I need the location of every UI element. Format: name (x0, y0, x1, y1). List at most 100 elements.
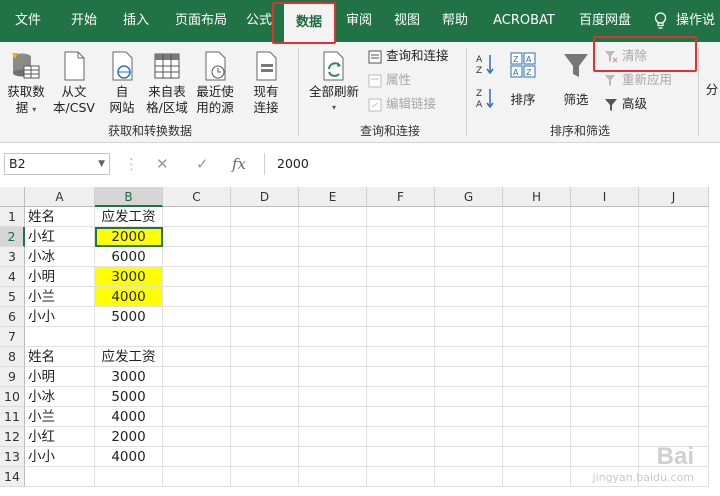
cell-d1[interactable] (231, 207, 299, 227)
from-table-range-button[interactable]: 来自表 格/区域 (144, 50, 190, 116)
cell-e7[interactable] (299, 327, 367, 347)
column-header-g[interactable]: G (435, 187, 503, 207)
cell-j4[interactable] (639, 267, 709, 287)
cell-a10[interactable]: 小冰 (25, 387, 95, 407)
cell-g12[interactable] (435, 427, 503, 447)
cell-f12[interactable] (367, 427, 435, 447)
cell-h12[interactable] (503, 427, 571, 447)
cell-d14[interactable] (231, 467, 299, 487)
row-header[interactable]: 3 (0, 247, 25, 267)
cell-e4[interactable] (299, 267, 367, 287)
cell-h7[interactable] (503, 327, 571, 347)
cell-f3[interactable] (367, 247, 435, 267)
recent-sources-button[interactable]: 最近使 用的源 (192, 50, 238, 116)
cell-i9[interactable] (571, 367, 639, 387)
cell-i8[interactable] (571, 347, 639, 367)
cell-a8[interactable]: 姓名 (25, 347, 95, 367)
column-header-j[interactable]: J (639, 187, 709, 207)
cell-e14[interactable] (299, 467, 367, 487)
cell-f8[interactable] (367, 347, 435, 367)
cell-a3[interactable]: 小冰 (25, 247, 95, 267)
select-all-corner[interactable] (0, 187, 25, 207)
cell-d5[interactable] (231, 287, 299, 307)
cell-d12[interactable] (231, 427, 299, 447)
row-header[interactable]: 2 (0, 227, 25, 247)
cell-d6[interactable] (231, 307, 299, 327)
cell-c9[interactable] (163, 367, 231, 387)
cell-d10[interactable] (231, 387, 299, 407)
cell-b14[interactable] (95, 467, 163, 487)
tab-review[interactable]: 审阅 (340, 0, 378, 42)
cell-a13[interactable]: 小小 (25, 447, 95, 467)
cell-d13[interactable] (231, 447, 299, 467)
tab-page-layout[interactable]: 页面布局 (168, 0, 234, 42)
cell-h4[interactable] (503, 267, 571, 287)
cell-h2[interactable] (503, 227, 571, 247)
column-header-f[interactable]: F (367, 187, 435, 207)
advanced-filter-button[interactable]: 高级 (604, 94, 647, 114)
cell-a1[interactable]: 姓名 (25, 207, 95, 227)
cell-e8[interactable] (299, 347, 367, 367)
row-header[interactable]: 6 (0, 307, 25, 327)
cell-b8[interactable]: 应发工资 (95, 347, 163, 367)
cell-f2[interactable] (367, 227, 435, 247)
row-header[interactable]: 11 (0, 407, 25, 427)
cell-d9[interactable] (231, 367, 299, 387)
text-to-columns-button[interactable]: 分 (704, 82, 720, 98)
cell-i11[interactable] (571, 407, 639, 427)
cell-i4[interactable] (571, 267, 639, 287)
column-header-d[interactable]: D (231, 187, 299, 207)
cell-d8[interactable] (231, 347, 299, 367)
filter-button[interactable]: 筛选 (556, 50, 596, 108)
sort-z-to-a-button[interactable]: Z A (474, 86, 496, 112)
column-header-c[interactable]: C (163, 187, 231, 207)
cell-c10[interactable] (163, 387, 231, 407)
cell-g5[interactable] (435, 287, 503, 307)
cell-j2[interactable] (639, 227, 709, 247)
cell-i6[interactable] (571, 307, 639, 327)
cell-e3[interactable] (299, 247, 367, 267)
cell-b7[interactable] (95, 327, 163, 347)
cell-e9[interactable] (299, 367, 367, 387)
cell-f10[interactable] (367, 387, 435, 407)
cell-e6[interactable] (299, 307, 367, 327)
cell-c3[interactable] (163, 247, 231, 267)
cell-a6[interactable]: 小小 (25, 307, 95, 327)
enter-icon[interactable]: ✓ (196, 155, 209, 173)
cell-g3[interactable] (435, 247, 503, 267)
cell-i7[interactable] (571, 327, 639, 347)
cell-g6[interactable] (435, 307, 503, 327)
from-text-csv-button[interactable]: 从文 本/CSV (50, 50, 98, 116)
row-header[interactable]: 14 (0, 467, 25, 487)
cell-b4[interactable]: 3000 (95, 267, 163, 287)
cell-c11[interactable] (163, 407, 231, 427)
cell-j10[interactable] (639, 387, 709, 407)
cell-i5[interactable] (571, 287, 639, 307)
cell-g11[interactable] (435, 407, 503, 427)
column-header-b[interactable]: B (95, 187, 163, 207)
existing-connections-button[interactable]: 现有 连接 (246, 50, 286, 116)
cell-j7[interactable] (639, 327, 709, 347)
cell-i3[interactable] (571, 247, 639, 267)
name-box[interactable]: B2 ▼ (4, 153, 110, 175)
cell-c8[interactable] (163, 347, 231, 367)
cell-a2[interactable]: 小红 (25, 227, 95, 247)
cell-g14[interactable] (435, 467, 503, 487)
queries-connections-button[interactable]: 查询和连接 (368, 46, 449, 66)
cell-i2[interactable] (571, 227, 639, 247)
refresh-all-button[interactable]: 全部刷新 ▾ (304, 50, 364, 116)
cell-b13[interactable]: 4000 (95, 447, 163, 467)
cell-c12[interactable] (163, 427, 231, 447)
cell-c14[interactable] (163, 467, 231, 487)
cell-j9[interactable] (639, 367, 709, 387)
cell-f5[interactable] (367, 287, 435, 307)
cell-g4[interactable] (435, 267, 503, 287)
cell-d7[interactable] (231, 327, 299, 347)
cell-h9[interactable] (503, 367, 571, 387)
tab-insert[interactable]: 插入 (114, 0, 158, 42)
fx-icon[interactable]: fx (232, 155, 246, 173)
row-header[interactable]: 5 (0, 287, 25, 307)
row-header[interactable]: 10 (0, 387, 25, 407)
properties-button[interactable]: 属性 (368, 70, 411, 90)
cell-a5[interactable]: 小兰 (25, 287, 95, 307)
